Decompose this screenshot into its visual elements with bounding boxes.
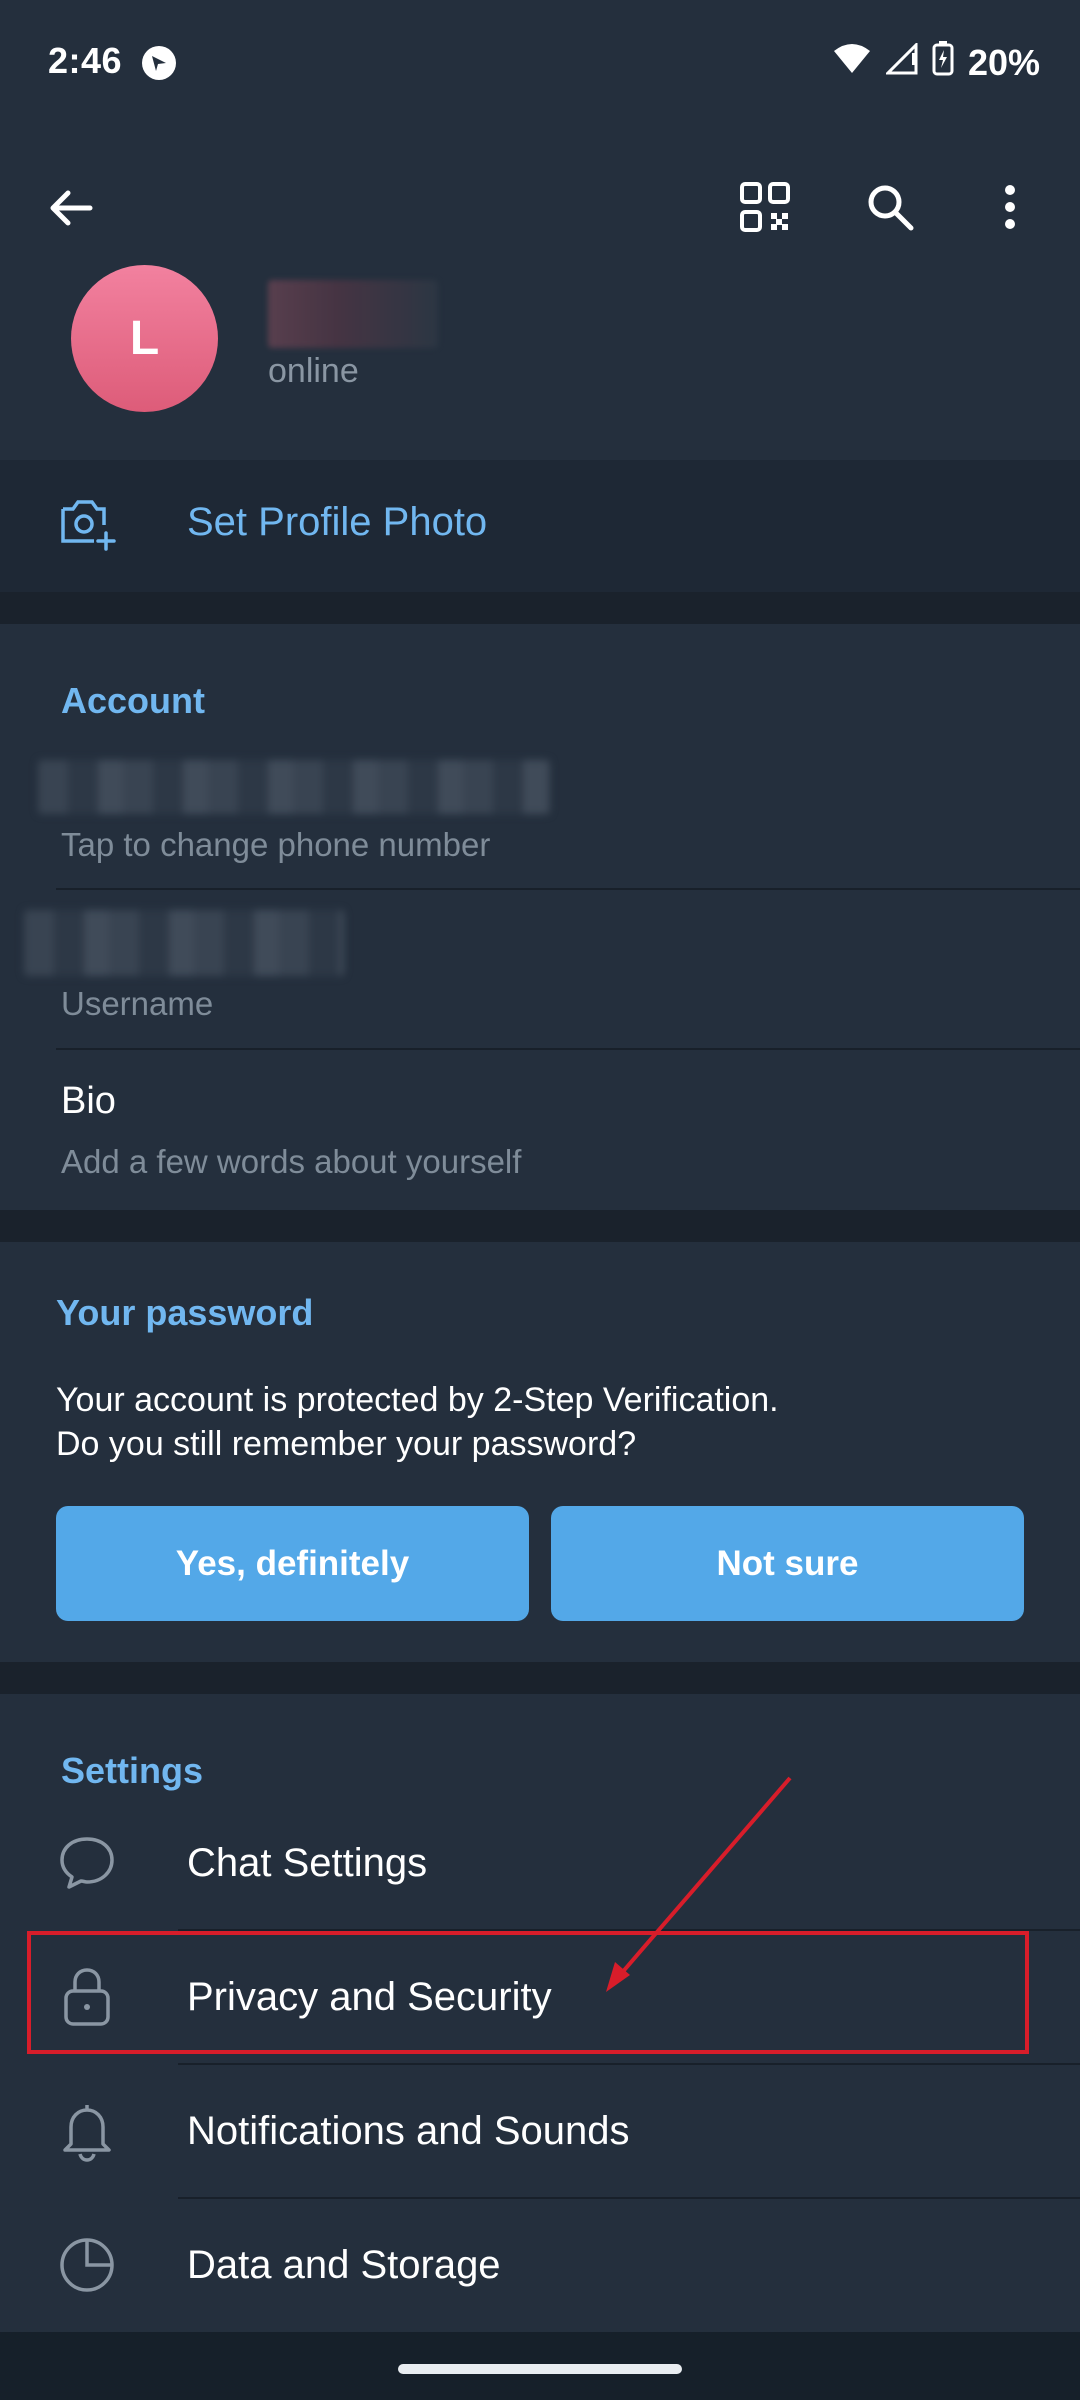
home-indicator[interactable]: [398, 2364, 682, 2374]
annotation-arrow: [606, 1776, 792, 1992]
